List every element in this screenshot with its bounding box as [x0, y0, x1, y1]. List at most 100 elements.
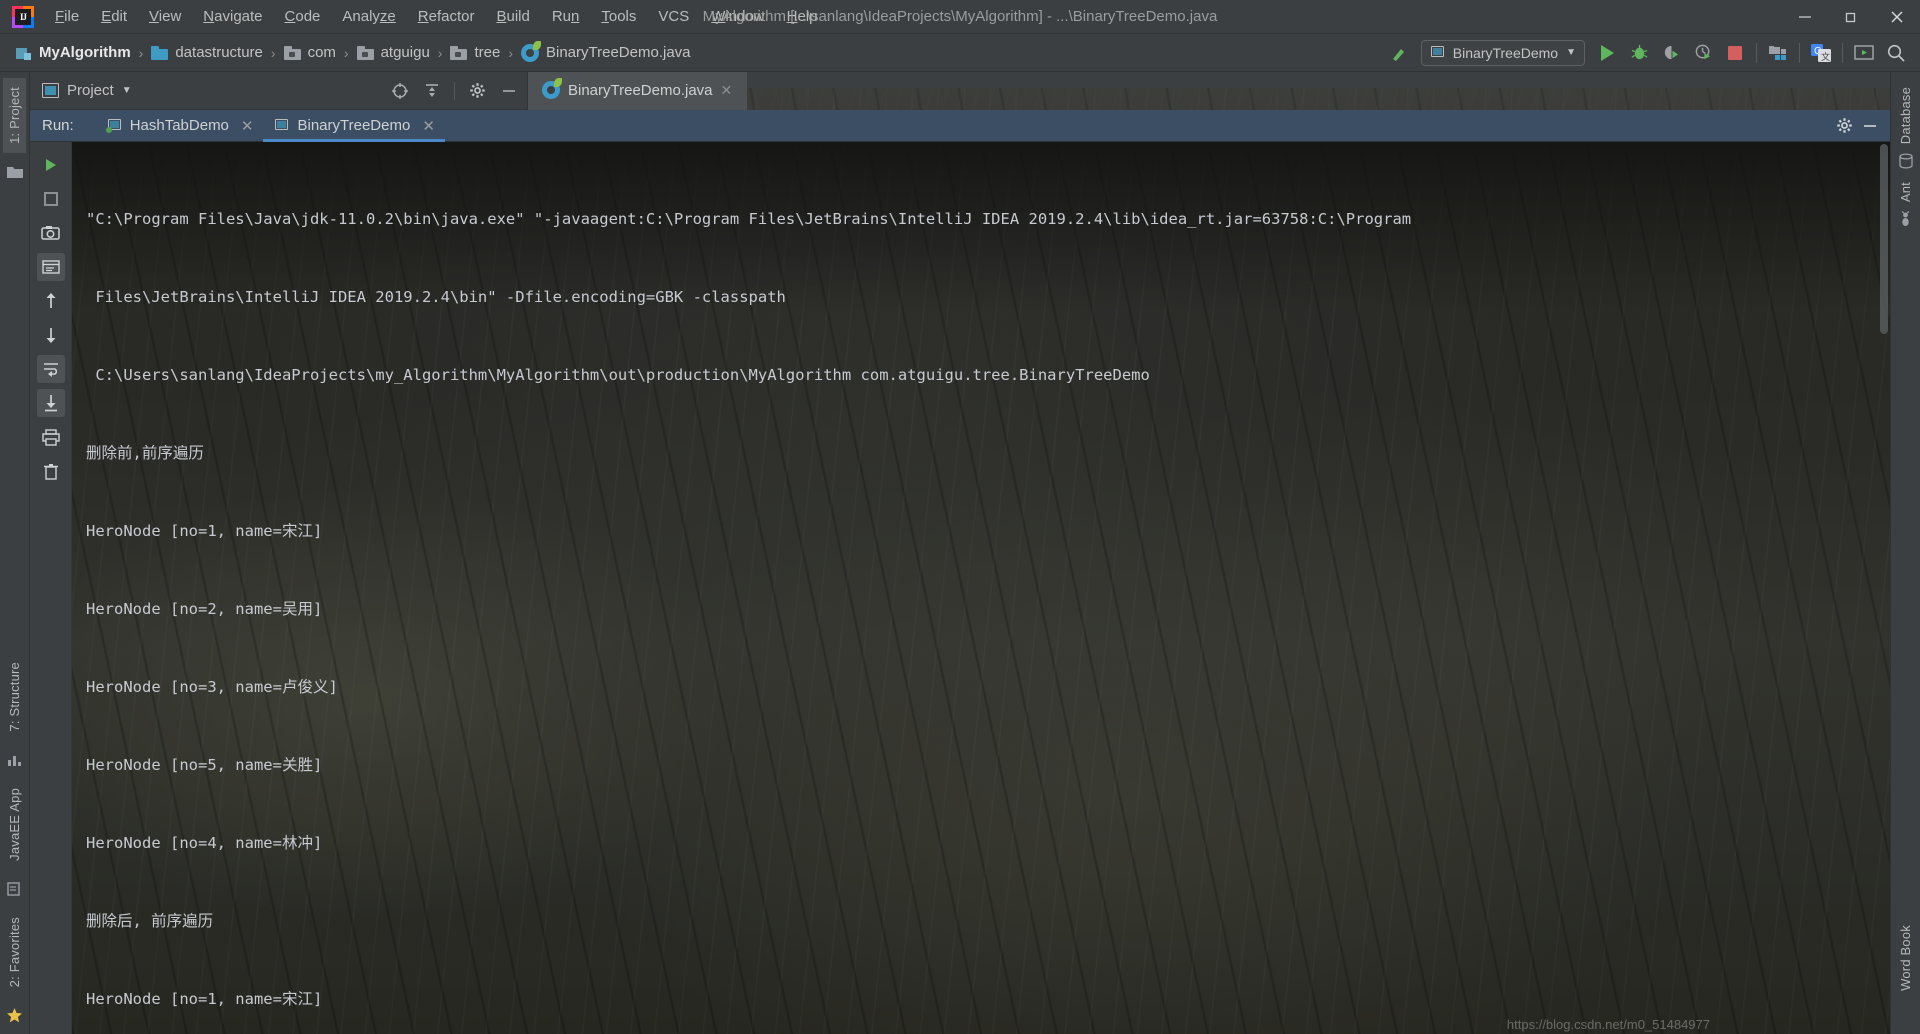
menu-run[interactable]: Run [541, 4, 591, 29]
sidebar-item-ant[interactable]: Ant [1894, 173, 1917, 211]
run-toolbar: BinaryTreeDemo ▼ G 文 [1383, 38, 1920, 68]
svg-text:文: 文 [1821, 51, 1830, 63]
structure-chart-icon[interactable] [5, 750, 25, 770]
menu-vcs[interactable]: VCS [647, 4, 700, 29]
screenshot-button[interactable] [37, 219, 65, 247]
profile-button[interactable] [1687, 38, 1719, 68]
collapse-all-icon[interactable] [420, 79, 444, 103]
breadcrumb-item-myalgorithm[interactable]: MyAlgorithm [12, 42, 135, 63]
stop-icon [1728, 45, 1742, 60]
editor-tab-binarytreedemo[interactable]: BinaryTreeDemo.java ✕ [528, 72, 748, 110]
run-config-icon [105, 118, 122, 133]
menu-edit[interactable]: Edit [90, 4, 138, 29]
scroll-from-source-icon[interactable] [388, 79, 412, 103]
breadcrumb-item-com[interactable]: com [280, 42, 340, 63]
close-button[interactable] [1874, 0, 1920, 33]
breadcrumb-item-datastructure[interactable]: datastructure [147, 42, 267, 63]
sidebar-item-database[interactable]: Database [1894, 78, 1917, 153]
scroll-end-icon [44, 395, 57, 412]
scroll-to-end-button[interactable] [36, 389, 65, 417]
settings-gear-icon[interactable] [465, 79, 489, 103]
project-panel-header: Project ▼ [30, 72, 528, 110]
project-panel-title: Project [67, 82, 114, 99]
database-icon[interactable] [1898, 153, 1914, 173]
breadcrumb-item-tree[interactable]: tree [446, 42, 504, 63]
left-tool-strip: 1: Project 7: Structure JavaEE App 2: Fa… [0, 72, 30, 1034]
breadcrumb-item-atguigu[interactable]: atguigu [353, 42, 434, 63]
sidebar-item-javaee-app[interactable]: JavaEE App [3, 779, 26, 870]
build-button[interactable] [1383, 38, 1415, 68]
sidebar-item-structure[interactable]: 7: Structure [3, 653, 26, 741]
project-structure-icon [1769, 45, 1786, 60]
ant-icon[interactable] [1898, 211, 1913, 231]
console-line: HeroNode [no=4, name=林冲] [86, 834, 323, 852]
star-icon[interactable] [5, 1005, 25, 1025]
project-structure-button[interactable] [1762, 38, 1794, 68]
scrollbar-thumb[interactable] [1880, 144, 1888, 334]
menu-analyze[interactable]: Analyze [331, 4, 406, 29]
translate-button[interactable]: G 文 [1805, 38, 1837, 68]
javaee-icon[interactable] [5, 879, 25, 899]
menu-refactor[interactable]: Refactor [407, 4, 486, 29]
close-icon[interactable]: ✕ [721, 82, 733, 99]
console-line: Files\JetBrains\IntelliJ IDEA 2019.2.4\b… [86, 288, 786, 306]
maximize-button[interactable] [1828, 0, 1874, 33]
arrow-up-icon [46, 293, 55, 308]
breadcrumb-separator: › [343, 44, 349, 61]
run-button[interactable] [1591, 38, 1623, 68]
menu-navigate[interactable]: Navigate [192, 4, 273, 29]
chevron-down-icon[interactable]: ▼ [122, 85, 132, 96]
print-button[interactable] [37, 423, 65, 451]
menu-tools[interactable]: Tools [590, 4, 647, 29]
run-window-settings-icon[interactable] [1832, 114, 1856, 138]
project-panel-icon [42, 83, 59, 98]
editor-tab-bar: BinaryTreeDemo.java ✕ [528, 72, 1890, 110]
sidebar-item-favorites[interactable]: 2: Favorites [3, 908, 26, 996]
center-column: Project ▼ BinaryTreeDemo.java ✕ Run: Has… [30, 72, 1890, 1034]
stop-button[interactable] [1719, 38, 1751, 68]
clear-all-button[interactable] [37, 457, 65, 485]
close-icon[interactable]: ✕ [241, 117, 254, 135]
debug-button[interactable] [1623, 38, 1655, 68]
title-bar: IJ File Edit View Navigate Code Analyze … [0, 0, 1920, 34]
folder-icon[interactable] [5, 162, 25, 182]
run-tab-hashtabdemo[interactable]: HashTabDemo ✕ [96, 110, 264, 142]
wrap-icon [43, 363, 58, 377]
sidebar-item-word-book[interactable]: Word Book [1894, 916, 1917, 1000]
menu-help[interactable]: Help [776, 4, 829, 29]
package-icon [356, 45, 374, 60]
sidebar-item-project[interactable]: 1: Project [3, 78, 26, 153]
clock-play-icon [1695, 44, 1710, 60]
presentation-button[interactable] [1848, 38, 1880, 68]
run-with-coverage-button[interactable] [1655, 38, 1687, 68]
search-everywhere-button[interactable] [1880, 38, 1912, 68]
rerun-button[interactable] [37, 151, 65, 179]
console-output[interactable]: "C:\Program Files\Java\jdk-11.0.2\bin\ja… [72, 142, 1890, 1034]
breadcrumb-separator: › [270, 44, 276, 61]
chevron-down-icon: ▼ [1566, 47, 1576, 58]
breadcrumb-item-binarytreedemo[interactable]: BinaryTreeDemo.java [517, 40, 695, 64]
scroll-down-button[interactable] [37, 321, 65, 349]
run-tab-binarytreedemo[interactable]: BinaryTreeDemo ✕ [263, 110, 446, 142]
google-translate-icon: G 文 [1811, 43, 1831, 63]
menu-window[interactable]: Window [700, 4, 775, 29]
close-icon[interactable]: ✕ [422, 117, 435, 135]
run-window-actions [1832, 114, 1890, 138]
menu-file[interactable]: File [44, 4, 90, 29]
scroll-up-button[interactable] [37, 287, 65, 315]
run-window-hide-icon[interactable] [1858, 114, 1882, 138]
soft-wrap-button[interactable] [36, 355, 65, 383]
menu-code[interactable]: Code [274, 4, 332, 29]
menu-build[interactable]: Build [485, 4, 540, 29]
console-line: 删除后, 前序遍历 [86, 912, 214, 930]
console-line: HeroNode [no=3, name=卢俊义] [86, 678, 338, 696]
run-tool-window: Run: HashTabDemo ✕ BinaryTreeDemo ✕ "C:\… [30, 110, 1890, 1034]
console-scrollbar[interactable] [1878, 142, 1890, 1034]
menu-view[interactable]: View [138, 4, 192, 29]
export-button[interactable] [36, 253, 65, 281]
minimize-button[interactable] [1782, 0, 1828, 33]
stop-square-icon [43, 192, 58, 206]
stop-button[interactable] [37, 185, 65, 213]
run-configuration-selector[interactable]: BinaryTreeDemo ▼ [1420, 39, 1585, 66]
hide-panel-icon[interactable] [497, 79, 521, 103]
